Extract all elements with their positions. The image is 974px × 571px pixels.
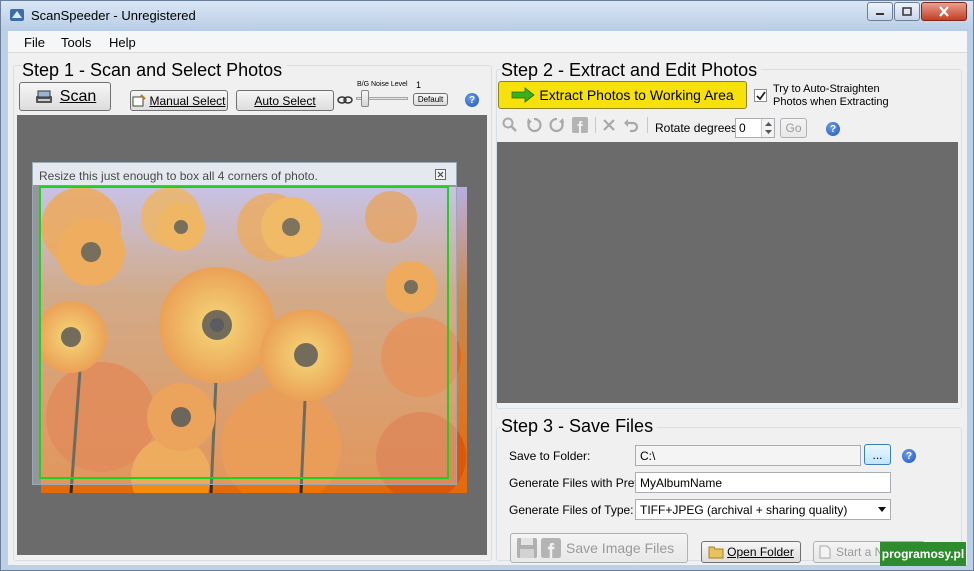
save-folder-value: C:\ [640, 449, 656, 463]
noise-level-slider[interactable] [361, 90, 369, 107]
step3-help-icon[interactable]: ? [902, 449, 916, 463]
file-type-value: TIFF+JPEG (archival + sharing quality) [640, 503, 848, 517]
undo-icon[interactable] [622, 116, 640, 134]
go-button[interactable]: Go [780, 118, 807, 138]
extract-photos-label: Extract Photos to Working Area [539, 87, 734, 103]
title-bar[interactable]: ScanSpeeder - Unregistered [1, 1, 973, 31]
file-type-select[interactable]: TIFF+JPEG (archival + sharing quality) [635, 499, 891, 520]
menu-help[interactable]: Help [109, 35, 136, 50]
file-prefix-value: MyAlbumName [640, 476, 723, 490]
step1-help-icon[interactable]: ? [465, 93, 479, 107]
rotate-degrees-spinner[interactable] [761, 119, 774, 137]
selection-close-button[interactable] [435, 169, 446, 180]
spinner-arrows-icon [765, 122, 772, 134]
save-image-files-button[interactable]: Save Image Files [510, 533, 688, 563]
rotate-degrees-label: Rotate degrees: [655, 121, 741, 135]
scanner-icon [35, 90, 52, 103]
rotate-left-icon[interactable] [525, 116, 543, 134]
open-folder-label: Open Folder [727, 545, 794, 559]
step3-title: Step 3 - Save Files [501, 416, 658, 437]
manual-select-icon [132, 93, 147, 106]
manual-select-label: Manual Select [149, 93, 226, 108]
rotate-degrees-value: 0 [739, 121, 746, 135]
selection-hint: Resize this just enough to box all 4 cor… [39, 169, 318, 183]
save-folder-input[interactable]: C:\ [635, 445, 861, 466]
close-button[interactable] [921, 2, 967, 21]
save-folder-label: Save to Folder: [509, 449, 591, 463]
selection-rectangle[interactable] [39, 186, 449, 479]
arrow-right-icon [511, 87, 536, 103]
menu-bar: File Tools Help [8, 31, 967, 53]
auto-select-button[interactable]: Auto Select [236, 90, 334, 111]
auto-straighten-checkbox[interactable] [754, 89, 767, 102]
selection-frame[interactable]: Resize this just enough to box all 4 cor… [32, 162, 457, 485]
file-prefix-input[interactable]: MyAlbumName [635, 472, 891, 493]
link-icon [337, 96, 353, 104]
floppy-disk-icon [517, 538, 537, 558]
auto-straighten-label-line2: Photos when Extracting [773, 96, 889, 108]
folder-icon [708, 546, 724, 559]
chevron-down-icon [878, 507, 886, 512]
step1-title: Step 1 - Scan and Select Photos [22, 60, 287, 81]
step2-title: Step 2 - Extract and Edit Photos [501, 60, 762, 81]
rotate-right-icon[interactable] [548, 116, 566, 134]
minimize-icon [876, 12, 884, 15]
auto-straighten-label-line1: Try to Auto-Straighten [773, 83, 880, 95]
maximize-icon [902, 7, 912, 16]
browse-folder-button[interactable]: ... [864, 444, 891, 465]
go-label: Go [785, 121, 802, 135]
checkmark-icon [755, 90, 766, 100]
scanspeeder-app-icon [10, 9, 24, 21]
minimize-button[interactable] [867, 2, 893, 21]
auto-select-label: Auto Select [254, 93, 316, 108]
file-type-label: Generate Files of Type: [509, 503, 634, 517]
delete-icon[interactable] [600, 116, 618, 134]
close-icon [437, 171, 444, 178]
toolbar-separator [595, 117, 596, 133]
menu-file[interactable]: File [24, 35, 45, 50]
zoom-icon[interactable] [501, 116, 519, 134]
watermark: programosy.pl [880, 542, 966, 566]
client-area: File Tools Help Step 1 - Scan and Select… [8, 31, 967, 565]
noise-level-label: B/G Noise Level [357, 81, 408, 88]
window-title: ScanSpeeder - Unregistered [31, 8, 196, 23]
manual-select-button[interactable]: Manual Select [130, 90, 228, 111]
toolbar-separator [647, 117, 648, 133]
menu-tools[interactable]: Tools [61, 35, 91, 50]
extract-photos-button[interactable]: Extract Photos to Working Area [498, 81, 747, 109]
noise-level-value: 1 [416, 80, 422, 90]
step2-help-icon[interactable]: ? [826, 122, 840, 136]
save-image-files-label: Save Image Files [566, 540, 675, 556]
close-icon [939, 6, 949, 17]
facebook-icon[interactable] [571, 116, 589, 134]
watermark-text: programosy.pl [881, 547, 965, 561]
default-button[interactable]: Default [413, 93, 448, 106]
app-window: ScanSpeeder - Unregistered File Tools He… [0, 0, 974, 571]
working-area[interactable] [497, 142, 958, 403]
new-document-icon [819, 545, 831, 559]
scan-button[interactable]: Scan [19, 82, 111, 111]
default-label: Default [417, 95, 444, 104]
scan-preview-area: Resize this just enough to box all 4 cor… [17, 115, 487, 555]
facebook-icon [541, 538, 561, 558]
open-folder-button[interactable]: Open Folder [701, 541, 801, 563]
scan-label: Scan [59, 87, 97, 105]
file-prefix-label: Generate Files with Prefix: [509, 476, 650, 490]
browse-folder-label: ... [872, 447, 883, 462]
maximize-button[interactable] [894, 2, 920, 21]
